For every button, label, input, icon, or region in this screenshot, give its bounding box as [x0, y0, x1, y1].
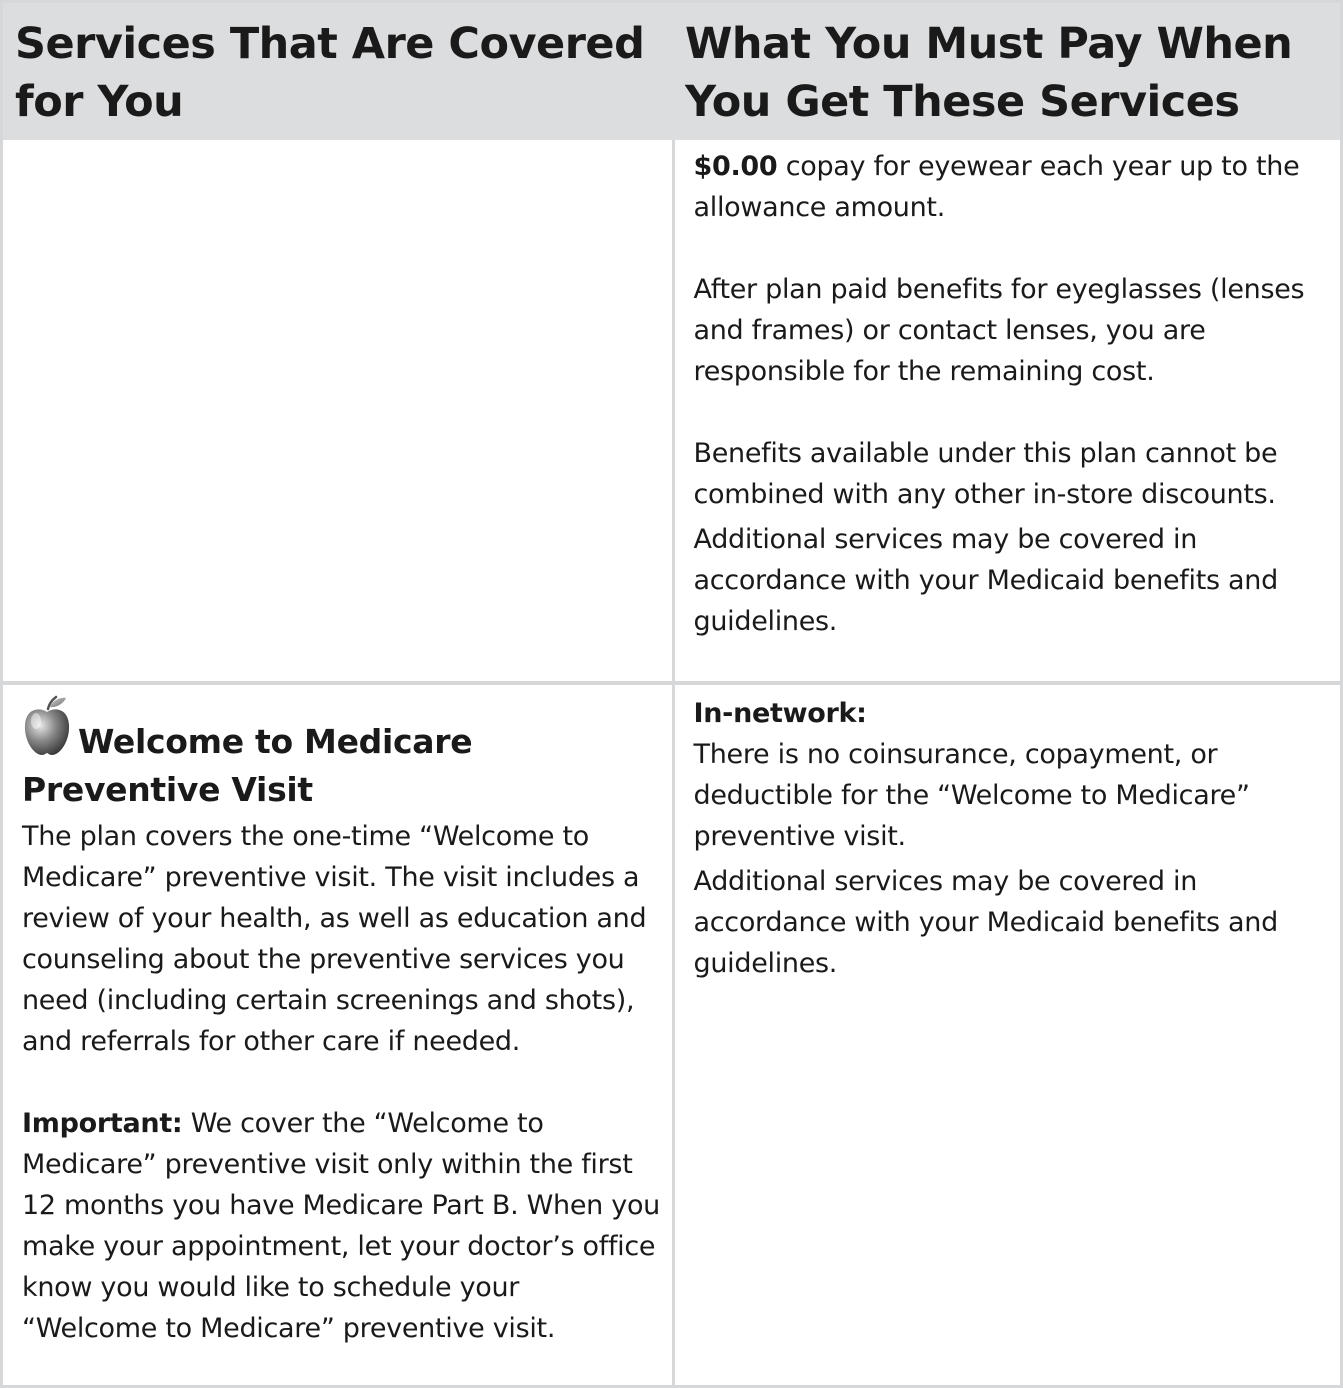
welcome-visit-medicaid-note: Additional services may be covered in ac… [693, 866, 1279, 979]
eyewear-service-cell [3, 140, 675, 683]
important-label: Important: [22, 1108, 183, 1139]
welcome-visit-title-block: Welcome to Medicare Preventive Visit [22, 695, 662, 812]
header-services-covered: Services That Are Covered for You [3, 3, 673, 140]
in-network-text: There is no coinsurance, copayment, or d… [693, 739, 1250, 852]
copay-amount: $0.00 [693, 151, 778, 182]
table-header-row: Services That Are Covered for You What Y… [3, 3, 1340, 140]
welcome-visit-title: Welcome to Medicare Preventive Visit [22, 722, 473, 809]
welcome-visit-description: The plan covers the one-time “Welcome to… [22, 821, 647, 1057]
benefits-table: Services That Are Covered for You What Y… [3, 3, 1340, 1386]
eyewear-no-combine: Benefits available under this plan canno… [693, 438, 1278, 510]
table-row: $0.00 copay for eyewear each year up to … [3, 140, 1340, 683]
eyewear-cost-cell: $0.00 copay for eyewear each year up to … [673, 140, 1340, 683]
eyewear-copay: $0.00 copay for eyewear each year up to … [694, 146, 1311, 228]
eyewear-medicaid-note: Additional services may be covered in ac… [693, 524, 1279, 637]
welcome-visit-service-cell: Welcome to Medicare Preventive Visit The… [3, 681, 675, 1386]
apple-icon [22, 695, 72, 768]
eyewear-remaining-cost: After plan paid benefits for eyeglasses … [693, 274, 1305, 387]
table-row: Welcome to Medicare Preventive Visit The… [3, 681, 1340, 1386]
in-network-label: In-network: [693, 698, 867, 729]
welcome-visit-cost-cell: In-network: There is no coinsurance, cop… [673, 681, 1340, 1386]
benefits-page: Services That Are Covered for You What Y… [0, 0, 1343, 1388]
important-text: We cover the “Welcome to Medicare” preve… [22, 1108, 660, 1344]
header-what-you-pay: What You Must Pay When You Get These Ser… [673, 3, 1340, 140]
copay-text: copay for eyewear each year up to the al… [693, 151, 1300, 223]
welcome-visit-important: Important: We cover the “Welcome to Medi… [22, 1103, 662, 1349]
